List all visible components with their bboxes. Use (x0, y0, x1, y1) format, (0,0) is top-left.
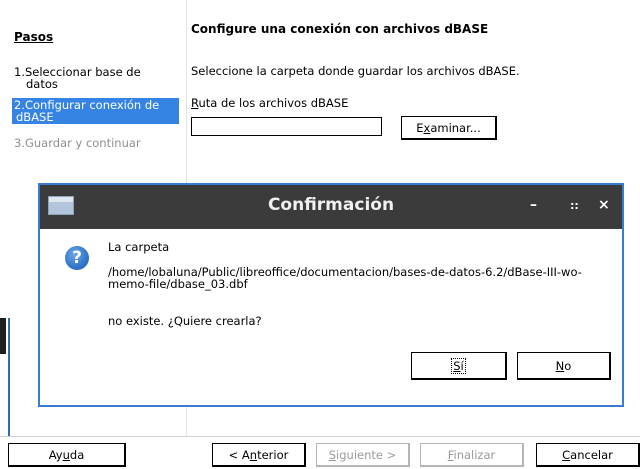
background-window-edge (0, 318, 10, 436)
step-number: 3. (14, 136, 25, 150)
step-configure-dbase[interactable]: 2.Configurar conexión de dBASE (12, 98, 179, 124)
maximize-button[interactable]: :: (570, 199, 579, 212)
path-label: Ruta de los archivos dBASE (191, 96, 349, 110)
no-button[interactable]: No (517, 352, 611, 380)
dialog-titlebar[interactable]: Confirmación – :: × (40, 185, 622, 229)
step-label-cont: dBASE (16, 110, 54, 124)
steps-title: Pasos (14, 30, 54, 44)
question-icon: ? (65, 246, 89, 270)
path-input[interactable] (191, 117, 382, 136)
close-button[interactable]: × (598, 197, 610, 213)
message-text: La carpeta (108, 240, 170, 254)
back-button[interactable]: < Anterior (212, 443, 306, 467)
yes-button[interactable]: Sí (411, 352, 507, 380)
finish-button[interactable]: Finalizar (420, 443, 524, 467)
message-question: no existe. ¿Quiere crearla? (108, 314, 262, 328)
step-label-cont: datos (26, 77, 58, 91)
minimize-button[interactable]: – (530, 197, 537, 213)
next-button[interactable]: Siguiente > (316, 443, 410, 467)
step-number: 1. (14, 65, 25, 79)
help-button[interactable]: Ayuda (8, 443, 126, 467)
cancel-button[interactable]: Cancelar (536, 443, 640, 467)
page-description: Seleccione la carpeta donde guardar los … (191, 64, 520, 78)
page-title: Configure una conexión con archivos dBAS… (191, 22, 489, 36)
message-path: /home/lobaluna/Public/libreoffice/docume… (108, 265, 582, 291)
step-save-continue[interactable]: 3.Guardar y continuar (14, 137, 177, 149)
step-select-database[interactable]: 1.Seleccionar base de datos (14, 66, 177, 90)
browse-button[interactable]: Examinar... (401, 116, 497, 140)
step-label: Guardar y continuar (24, 136, 141, 150)
confirmation-dialog: Confirmación – :: × ? La carpeta /home/l… (38, 183, 624, 407)
